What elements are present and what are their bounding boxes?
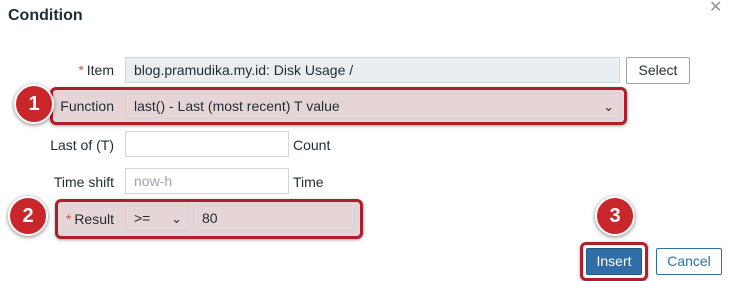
time-shift-input[interactable]: now-h [125,168,289,194]
dialog-title: Condition [8,7,83,24]
item-field: blog.pramudika.my.id: Disk Usage / [125,57,620,83]
step-badge-3: 3 [595,196,635,236]
close-icon[interactable]: ✕ [709,0,722,16]
time-shift-placeholder: now-h [134,173,173,189]
last-of-unit: Count [293,137,331,153]
chevron-down-icon: ⌄ [603,99,614,114]
result-value-input[interactable]: 80 [193,205,355,231]
time-shift-unit: Time [293,174,324,190]
last-of-label: Last of (T) [50,137,114,153]
result-operator-value: >= [134,210,151,226]
function-select-value: last() - Last (most recent) T value [134,98,340,114]
last-of-input[interactable] [125,131,289,157]
item-label: * Item [78,62,114,78]
select-item-button[interactable]: Select [626,57,690,84]
cancel-button[interactable]: Cancel [656,248,722,275]
time-shift-label: Time shift [53,174,114,190]
insert-button[interactable]: Insert [586,248,642,275]
result-operator-select[interactable]: >= ⌄ [125,205,189,231]
chevron-down-icon: ⌄ [171,211,182,226]
step-badge-1: 1 [14,84,54,124]
step-badge-2: 2 [8,196,48,236]
function-select[interactable]: last() - Last (most recent) T value ⌄ [125,93,621,119]
required-marker: * [65,211,72,227]
required-marker: * [78,62,84,78]
